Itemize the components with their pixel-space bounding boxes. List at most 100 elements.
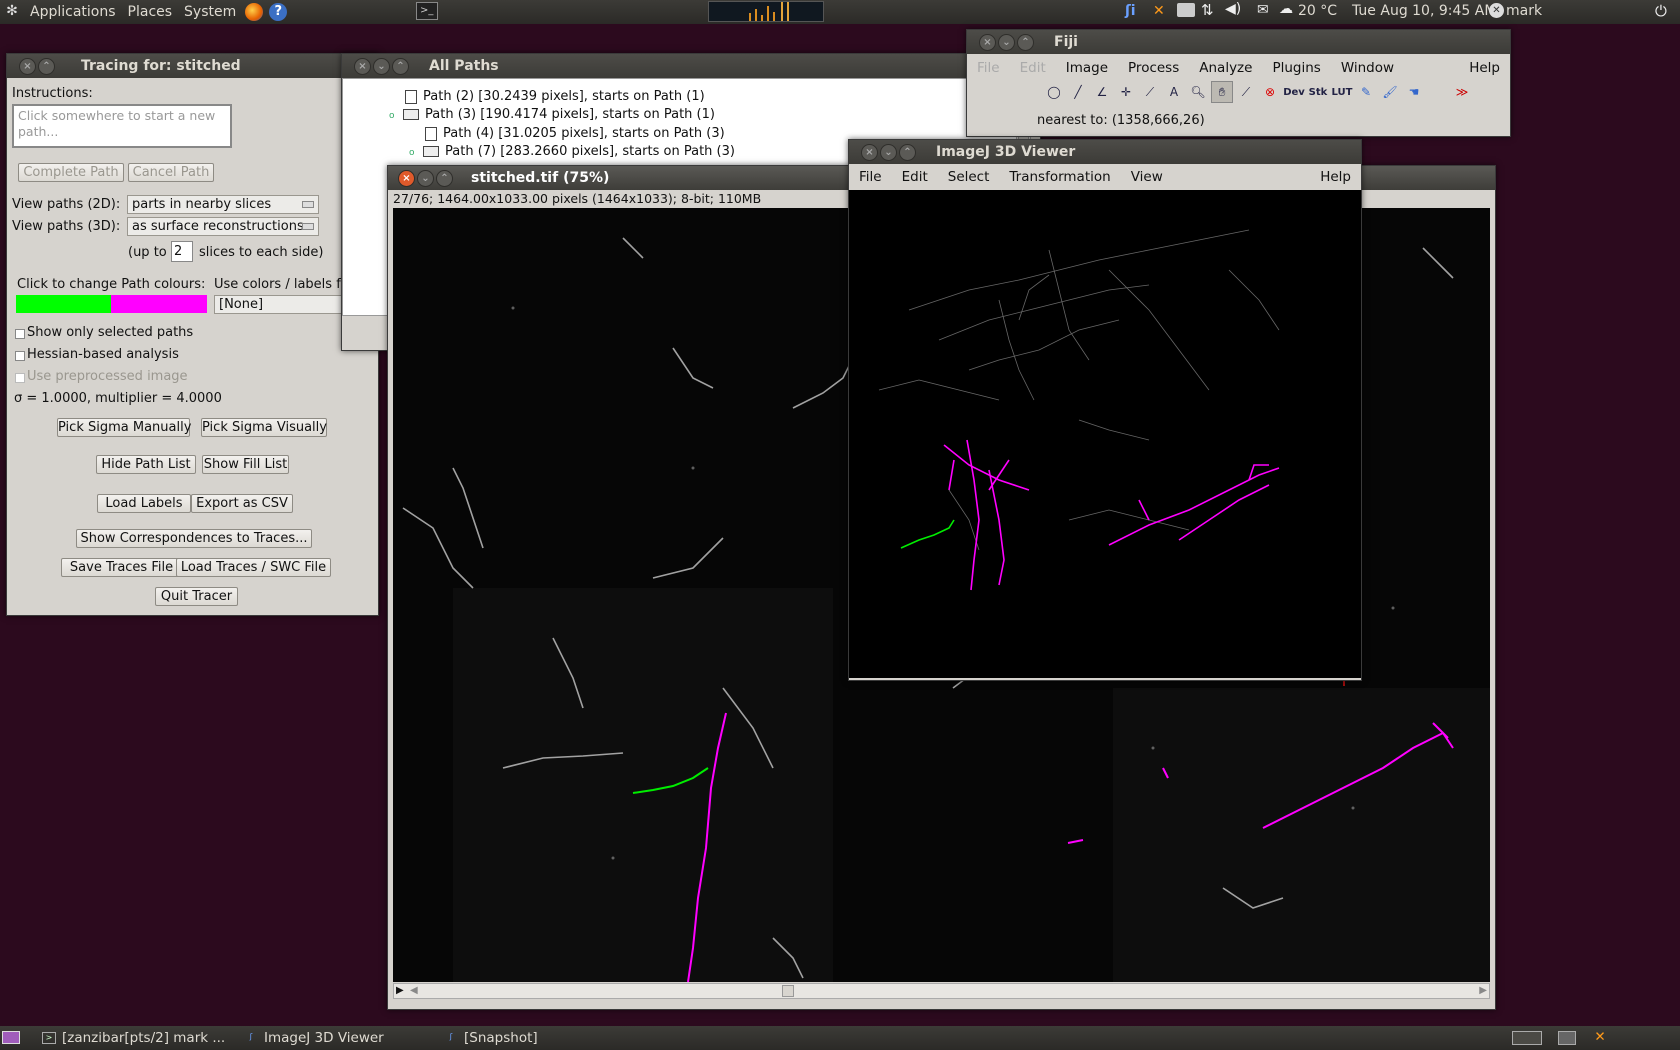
maximize-icon[interactable]: ⌃ — [1017, 33, 1034, 51]
places-menu[interactable]: Places — [122, 4, 179, 20]
selected-colour-swatch[interactable] — [16, 295, 111, 313]
maximize-icon[interactable]: ⌃ — [392, 57, 409, 75]
scroll-left-icon[interactable]: ◀ — [410, 985, 418, 996]
minimize-icon[interactable]: ⌄ — [880, 143, 897, 161]
hide-path-list-button[interactable]: Hide Path List — [96, 455, 196, 474]
close-icon[interactable]: × — [398, 169, 415, 187]
firefox-icon[interactable] — [245, 3, 264, 21]
menu-edit[interactable]: Edit — [892, 169, 938, 185]
more-tools-icon[interactable]: ≫ — [1451, 81, 1473, 103]
stk-menu-icon[interactable]: Stk — [1307, 81, 1329, 103]
menu-process[interactable]: Process — [1118, 60, 1189, 76]
taskbar-item[interactable]: ʃ [Snapshot] — [440, 1028, 636, 1048]
minimize-icon[interactable]: ⌃ — [38, 57, 55, 75]
quit-tracer-button[interactable]: Quit Tracer — [155, 587, 238, 606]
user-status-icon[interactable]: ✕ — [1489, 3, 1504, 18]
dev-menu-icon[interactable]: Dev — [1283, 81, 1305, 103]
fiji-titlebar[interactable]: × ⌄ ⌃ Fiji — [967, 30, 1510, 54]
close-icon[interactable]: × — [861, 143, 878, 161]
complete-path-button[interactable]: Complete Path — [18, 163, 124, 182]
close-icon[interactable]: × — [354, 57, 371, 75]
printer-icon[interactable] — [1177, 3, 1195, 17]
menu-help[interactable]: Help — [1310, 169, 1361, 185]
taskbar-item[interactable]: > [zanzibar[pts/2] mark ... — [38, 1028, 238, 1048]
viewer3d-titlebar[interactable]: × ⌄ ⌃ ImageJ 3D Viewer — [849, 140, 1361, 164]
brush-tool-icon[interactable]: 🖌︎ — [1379, 81, 1401, 103]
tree-row[interactable]: Path (2) [30.2439 pixels], starts on Pat… — [405, 89, 705, 104]
scroll-right-icon[interactable]: ▶ — [1479, 985, 1487, 996]
preprocessed-checkbox[interactable] — [15, 373, 25, 383]
show-correspondences-button[interactable]: Show Correspondences to Traces... — [76, 529, 312, 548]
tree-row[interactable]: ο Path (7) [283.2660 pixels], starts on P… — [409, 144, 735, 159]
point-tool-icon[interactable]: ✛ — [1115, 81, 1137, 103]
text-tool-icon[interactable]: A — [1163, 81, 1185, 103]
close-icon[interactable]: × — [979, 33, 996, 51]
workspace-switcher-icon[interactable] — [1512, 1031, 1542, 1045]
menu-file[interactable]: File — [967, 60, 1010, 76]
pencil-tool-icon[interactable]: ✎ — [1355, 81, 1377, 103]
volume-icon[interactable]: ◀) — [1225, 1, 1243, 19]
menu-plugins[interactable]: Plugins — [1262, 60, 1330, 76]
play-icon[interactable]: ▶ — [396, 985, 404, 996]
fiji-tray-icon[interactable]: ʃi — [1125, 3, 1143, 21]
menu-analyze[interactable]: Analyze — [1189, 60, 1262, 76]
flood-tool-icon[interactable]: ☚ — [1403, 81, 1425, 103]
magnifier-tool-icon[interactable]: 🔍︎ — [1187, 81, 1209, 103]
menu-view[interactable]: View — [1121, 169, 1173, 185]
close-icon[interactable]: × — [19, 57, 36, 75]
slices-input[interactable]: 2 — [171, 241, 193, 262]
menu-image[interactable]: Image — [1056, 60, 1118, 76]
show-desktop-icon[interactable] — [2, 1031, 20, 1044]
line-tool-icon[interactable]: ╱ — [1067, 81, 1089, 103]
tree-row[interactable]: ο Path (3) [190.4174 pixels], starts on P… — [389, 107, 715, 122]
view3d-combo[interactable]: as surface reconstructions — [127, 217, 319, 236]
tree-row[interactable]: Path (4) [31.0205 pixels], starts on Pat… — [425, 126, 725, 141]
minimize-icon[interactable]: ⌄ — [998, 33, 1015, 51]
system-menu[interactable]: System — [178, 4, 242, 20]
menu-help[interactable]: Help — [1459, 60, 1510, 76]
maximize-icon[interactable]: ⌃ — [436, 169, 453, 187]
help-icon[interactable]: ? — [269, 3, 288, 21]
all-paths-titlebar[interactable]: × ⌄ ⌃ All Paths — [342, 54, 1040, 78]
expand-knob-icon[interactable]: ο — [409, 148, 417, 158]
hessian-checkbox[interactable] — [15, 351, 25, 361]
show-fill-list-button[interactable]: Show Fill List — [202, 455, 289, 474]
dropper-tool-icon[interactable]: ⟋ — [1235, 81, 1257, 103]
show-selected-checkbox[interactable] — [15, 329, 25, 339]
expand-knob-icon[interactable]: ο — [389, 111, 397, 121]
applications-menu[interactable]: Applications — [24, 4, 122, 20]
export-csv-button[interactable]: Export as CSV — [191, 494, 293, 513]
minimize-icon[interactable]: ⌄ — [373, 57, 390, 75]
menu-transformation[interactable]: Transformation — [999, 169, 1120, 185]
slice-thumb[interactable] — [782, 985, 794, 997]
cancel-path-button[interactable]: Cancel Path — [128, 163, 214, 182]
ubuntu-logo-icon[interactable]: ✻ — [3, 3, 21, 21]
blank-tool-slot[interactable] — [1427, 81, 1449, 103]
wand-tool-icon[interactable]: ⟋ — [1139, 81, 1161, 103]
minimize-icon[interactable]: ⌄ — [417, 169, 434, 187]
weather-icon[interactable]: ☁ — [1279, 1, 1297, 19]
window-list-icon[interactable] — [1558, 1031, 1576, 1045]
weather-temperature[interactable]: 20 °C — [1298, 3, 1337, 19]
unselected-colour-swatch[interactable] — [111, 295, 207, 313]
oval-tool-icon[interactable]: ◯ — [1043, 81, 1065, 103]
taskbar-item[interactable]: ʃ ImageJ 3D Viewer — [240, 1028, 436, 1048]
save-traces-button[interactable]: Save Traces File — [61, 558, 182, 577]
maximize-icon[interactable]: ⌃ — [899, 143, 916, 161]
load-labels-button[interactable]: Load Labels — [97, 494, 191, 513]
hand-tool-icon[interactable]: ✋︎ — [1211, 81, 1233, 103]
network-icon[interactable]: ⇅ — [1201, 1, 1219, 19]
user-name[interactable]: mark — [1506, 3, 1542, 19]
menu-edit[interactable]: Edit — [1010, 60, 1056, 76]
stop-tool-icon[interactable]: ⊗ — [1259, 81, 1281, 103]
viewer3d-canvas[interactable] — [849, 190, 1361, 678]
power-icon[interactable]: ⏻ — [1655, 2, 1673, 20]
mail-icon[interactable]: ✉ — [1257, 2, 1275, 20]
trash-icon[interactable]: ✕ — [1590, 1029, 1610, 1047]
clock[interactable]: Tue Aug 10, 9:45 AM — [1352, 3, 1496, 19]
menu-select[interactable]: Select — [938, 169, 1000, 185]
load-traces-button[interactable]: Load Traces / SWC File — [176, 558, 331, 577]
snapshot-tray-icon[interactable]: ✕ — [1153, 3, 1171, 21]
angle-tool-icon[interactable]: ∠ — [1091, 81, 1113, 103]
tracer-titlebar[interactable]: × ⌃ Tracing for: stitched — [7, 54, 378, 78]
